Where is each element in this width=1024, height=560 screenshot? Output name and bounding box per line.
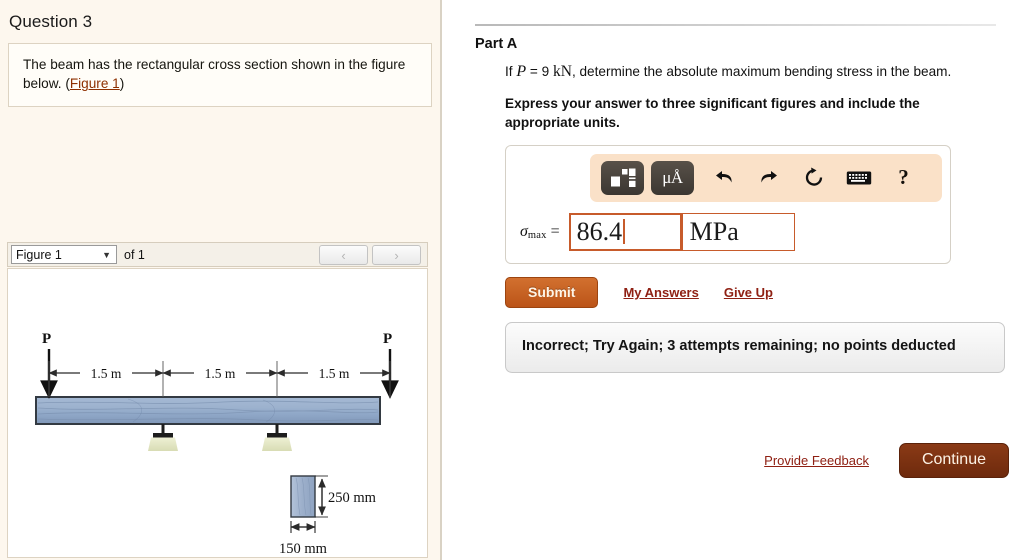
chevron-left-icon: ‹ [341, 247, 346, 263]
page-root: Question 3 The beam has the rectangular … [0, 0, 1024, 560]
text-cursor [623, 219, 625, 245]
prompt-if: If [505, 64, 513, 79]
question-statement-text-end: ) [119, 76, 125, 92]
keyboard-icon-glyph [846, 171, 871, 185]
page-title: Question 3 [9, 12, 93, 31]
answer-equals: = [550, 222, 560, 240]
figure-select-dropdown[interactable]: Figure 1 ‹ ▼ [11, 245, 117, 264]
template-icon-glyph [610, 168, 635, 187]
span-label-3: 1.5 m [319, 366, 350, 381]
load-label-right: P [383, 331, 392, 347]
answer-unit-text: MPa [689, 216, 739, 246]
answer-panel: Part A If P = 9 kN, determine the absolu… [442, 0, 1024, 560]
answer-row: σmax = 86.4 MPa [520, 212, 940, 251]
give-up-link[interactable]: Give Up [724, 285, 773, 300]
answer-unit-input[interactable]: MPa [681, 212, 795, 251]
figure-selector-bar: Figure 1 ‹ ▼ of 1 ‹ › [7, 242, 428, 267]
figure-prev-button[interactable]: ‹ [319, 245, 368, 265]
section-width-label: 150 mm [279, 541, 328, 557]
provide-feedback-link[interactable]: Provide Feedback [764, 453, 869, 468]
prompt-unit-p: kN [552, 63, 572, 80]
answer-value-text: 86.4 [576, 216, 623, 246]
part-divider [475, 24, 996, 26]
dropdown-caret-icon: ▼ [102, 249, 111, 260]
part-title: Part A [475, 36, 518, 52]
continue-button[interactable]: Continue [898, 443, 1009, 478]
submit-button[interactable]: Submit [505, 276, 599, 308]
span-label-1: 1.5 m [91, 366, 122, 381]
cross-section: 250 mm 150 mm [279, 475, 377, 557]
my-answers-link[interactable]: My Answers [623, 285, 698, 300]
prompt-value-p: 9 [541, 64, 550, 79]
sigma-max-label: σmax = [520, 223, 560, 241]
chevron-right-icon: › [394, 247, 399, 263]
undo-icon[interactable] [701, 161, 746, 195]
redo-icon-glyph [760, 171, 777, 183]
support-left [148, 424, 178, 451]
math-toolbar: μÅ ? [590, 153, 942, 202]
question-panel: Question 3 The beam has the rectangular … [0, 0, 442, 560]
span-label-2: 1.5 m [205, 366, 236, 381]
template-icon[interactable] [601, 160, 644, 195]
units-icon-label: μÅ [662, 167, 683, 187]
reset-icon[interactable] [791, 161, 836, 195]
prompt-variable-p: P [516, 63, 527, 80]
load-label-left: P [42, 331, 51, 347]
figure-1-link[interactable]: Figure 1 [70, 76, 120, 91]
prompt-rest: , determine the absolute maximum bending… [571, 64, 952, 79]
prompt-equals: = [529, 64, 538, 79]
support-right [262, 424, 292, 451]
submit-row: Submit My Answers Give Up [505, 276, 1006, 308]
figure-next-button[interactable]: › [372, 245, 421, 265]
help-icon[interactable]: ? [881, 161, 926, 195]
reset-icon-glyph [805, 167, 822, 186]
part-body: If P = 9 kN, determine the absolute maxi… [505, 61, 1006, 374]
sigma-symbol: σ [520, 222, 528, 240]
help-icon-label: ? [898, 165, 909, 190]
figure-select-value: Figure 1 [16, 247, 62, 262]
question-statement-box: The beam has the rectangular cross secti… [8, 43, 432, 107]
question-prompt: If P = 9 kN, determine the absolute maxi… [505, 61, 989, 83]
keyboard-icon[interactable] [836, 161, 881, 195]
undo-icon-glyph [715, 171, 732, 183]
units-icon[interactable]: μÅ [651, 160, 694, 195]
redo-icon[interactable] [746, 161, 791, 195]
figure-image[interactable]: P P 1.5 m 1.5 m 1.5 m 250 mm 150 mm [7, 268, 428, 558]
footer-actions: Provide Feedback Continue [764, 443, 1009, 478]
figure-count-label: of 1 [124, 247, 145, 262]
sigma-subscript: max [527, 229, 547, 241]
section-height-label: 250 mm [328, 490, 377, 506]
answer-widget: μÅ ? σmax = 86.4 MPa [505, 144, 951, 264]
feedback-message: Incorrect; Try Again; 3 attempts remaini… [505, 321, 1005, 374]
beam-diagram-svg: P P 1.5 m 1.5 m 1.5 m 250 mm 150 mm [35, 331, 399, 557]
answer-value-input[interactable]: 86.4 [568, 212, 682, 251]
answer-instruction: Express your answer to three significant… [505, 96, 920, 130]
